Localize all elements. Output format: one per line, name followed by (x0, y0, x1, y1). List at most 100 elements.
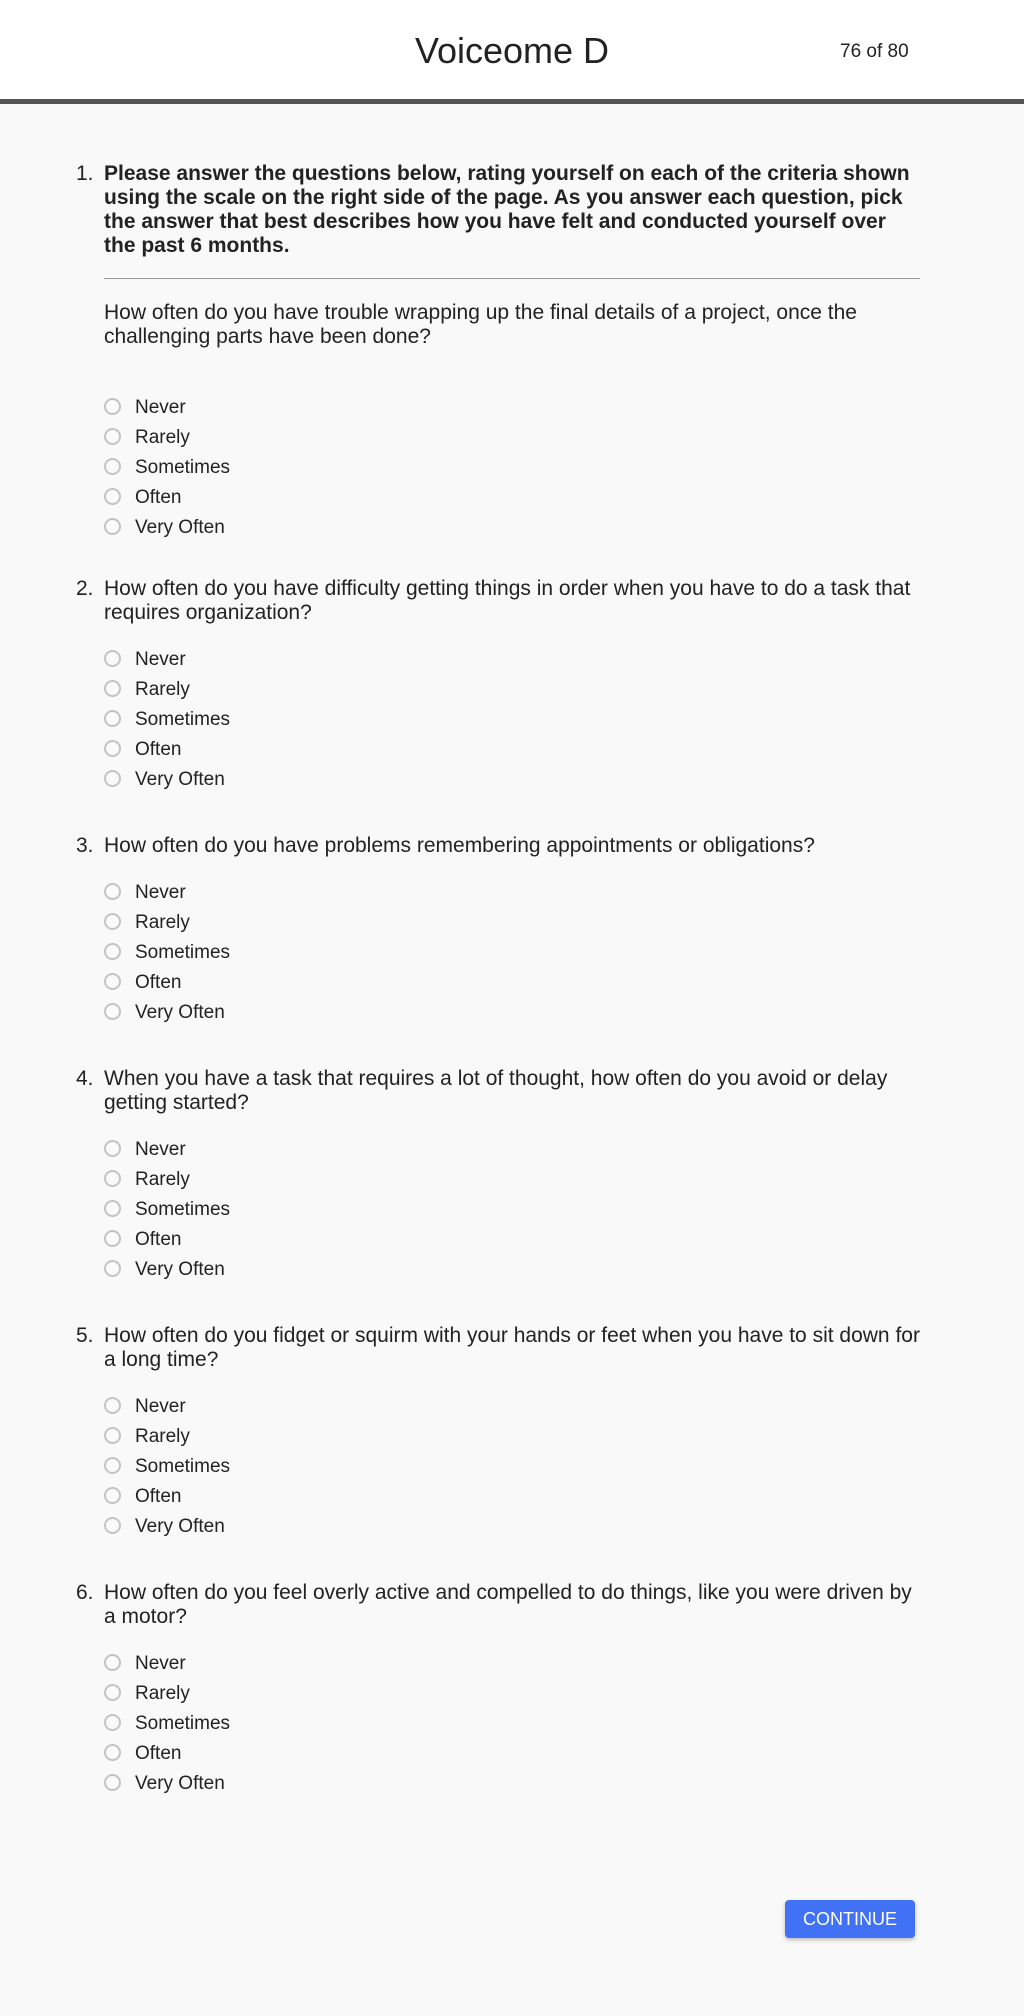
radio-button[interactable] (104, 517, 121, 535)
radio-button[interactable] (104, 912, 121, 930)
option-never[interactable]: Never (104, 1392, 920, 1422)
radio-button[interactable] (104, 1743, 121, 1761)
option-very-often[interactable]: Very Often (104, 998, 920, 1028)
option-sometimes[interactable]: Sometimes (104, 705, 920, 735)
option-label: Rarely (135, 912, 190, 933)
option-very-often[interactable]: Very Often (104, 1255, 920, 1285)
question-number: 5. (76, 1324, 94, 1347)
option-label: Often (135, 739, 182, 760)
question-text: How often do you have difficulty getting… (104, 577, 911, 624)
option-label: Never (135, 1653, 186, 1674)
option-very-often[interactable]: Very Often (104, 765, 920, 795)
option-rarely[interactable]: Rarely (104, 1422, 920, 1452)
option-sometimes[interactable]: Sometimes (104, 1709, 920, 1739)
radio-button[interactable] (104, 1456, 121, 1474)
option-rarely[interactable]: Rarely (104, 675, 920, 705)
radio-button[interactable] (104, 1229, 121, 1247)
radio-button[interactable] (104, 972, 121, 990)
option-label: Sometimes (135, 1456, 231, 1477)
option-sometimes[interactable]: Sometimes (104, 938, 920, 968)
radio-button[interactable] (104, 1002, 121, 1020)
option-never[interactable]: Never (104, 393, 920, 423)
radio-button[interactable] (104, 1773, 121, 1791)
option-label: Rarely (135, 427, 190, 448)
radio-button[interactable] (104, 1139, 121, 1157)
radio-button[interactable] (104, 457, 121, 475)
radio-button[interactable] (104, 709, 121, 727)
option-label: Never (135, 1139, 186, 1160)
radio-button[interactable] (104, 942, 121, 960)
radio-button[interactable] (104, 882, 121, 900)
option-never[interactable]: Never (104, 1135, 920, 1165)
radio-button[interactable] (104, 1516, 121, 1534)
option-label: Sometimes (135, 942, 231, 963)
option-label: Rarely (135, 1169, 190, 1190)
option-label: Very Often (135, 1773, 225, 1794)
radio-button[interactable] (104, 427, 121, 445)
question-text: How often do you feel overly active and … (104, 1581, 912, 1628)
radio-button[interactable] (104, 487, 121, 505)
radio-button[interactable] (104, 769, 121, 787)
option-label: Never (135, 397, 186, 418)
radio-button[interactable] (104, 1713, 121, 1731)
option-rarely[interactable]: Rarely (104, 423, 920, 453)
option-label: Very Often (135, 517, 225, 538)
option-label: Sometimes (135, 709, 231, 730)
option-label: Rarely (135, 1683, 190, 1704)
radio-button[interactable] (104, 649, 121, 667)
radio-button[interactable] (104, 1426, 121, 1444)
option-very-often[interactable]: Very Often (104, 1769, 920, 1799)
radio-button[interactable] (104, 679, 121, 697)
option-never[interactable]: Never (104, 878, 920, 908)
option-often[interactable]: Often (104, 968, 920, 998)
option-label: Very Often (135, 1259, 225, 1280)
radio-button[interactable] (104, 1396, 121, 1414)
radio-button[interactable] (104, 1259, 121, 1277)
radio-button[interactable] (104, 1169, 121, 1187)
option-rarely[interactable]: Rarely (104, 1679, 920, 1709)
option-never[interactable]: Never (104, 645, 920, 675)
question-number: 2. (76, 577, 94, 600)
answer-options: Never Rarely Sometimes Often Very Often (104, 1649, 920, 1799)
option-sometimes[interactable]: Sometimes (104, 453, 920, 483)
question-text: How often do you fidget or squirm with y… (104, 1324, 920, 1371)
option-often[interactable]: Often (104, 1225, 920, 1255)
option-sometimes[interactable]: Sometimes (104, 1195, 920, 1225)
option-label: Very Often (135, 769, 225, 790)
question-number: 6. (76, 1581, 94, 1604)
option-often[interactable]: Often (104, 483, 920, 513)
option-very-often[interactable]: Very Often (104, 1512, 920, 1542)
radio-button[interactable] (104, 1486, 121, 1504)
answer-options: Never Rarely Sometimes Often Very Often (104, 878, 920, 1028)
radio-button[interactable] (104, 1199, 121, 1217)
option-label: Very Often (135, 1516, 225, 1537)
option-rarely[interactable]: Rarely (104, 908, 920, 938)
answer-options: Never Rarely Sometimes Often Very Often (104, 1392, 920, 1542)
question-text: When you have a task that requires a lot… (104, 1067, 888, 1114)
option-very-often[interactable]: Very Often (104, 513, 920, 543)
option-often[interactable]: Often (104, 1482, 920, 1512)
radio-button[interactable] (104, 397, 121, 415)
option-label: Sometimes (135, 1713, 231, 1734)
option-rarely[interactable]: Rarely (104, 1165, 920, 1195)
radio-button[interactable] (104, 1653, 121, 1671)
option-often[interactable]: Often (104, 1739, 920, 1769)
radio-button[interactable] (104, 1683, 121, 1701)
option-sometimes[interactable]: Sometimes (104, 1452, 920, 1482)
option-label: Never (135, 649, 186, 670)
option-label: Very Often (135, 1002, 225, 1023)
answer-options: Never Rarely Sometimes Often Very Often (104, 1135, 920, 1285)
option-label: Never (135, 1396, 186, 1417)
option-never[interactable]: Never (104, 1649, 920, 1679)
option-often[interactable]: Often (104, 735, 920, 765)
option-label: Often (135, 972, 182, 993)
progress-counter: 76 of 80 (840, 41, 909, 62)
option-label: Often (135, 1486, 182, 1507)
option-label: Often (135, 487, 182, 508)
question-text: How often do you have trouble wrapping u… (104, 301, 857, 348)
radio-button[interactable] (104, 739, 121, 757)
option-label: Rarely (135, 1426, 190, 1447)
answer-options: Never Rarely Sometimes Often Very Often (104, 645, 920, 795)
continue-button[interactable]: CONTINUE (785, 1900, 915, 1938)
answer-options: Never Rarely Sometimes Often Very Often (104, 393, 920, 543)
